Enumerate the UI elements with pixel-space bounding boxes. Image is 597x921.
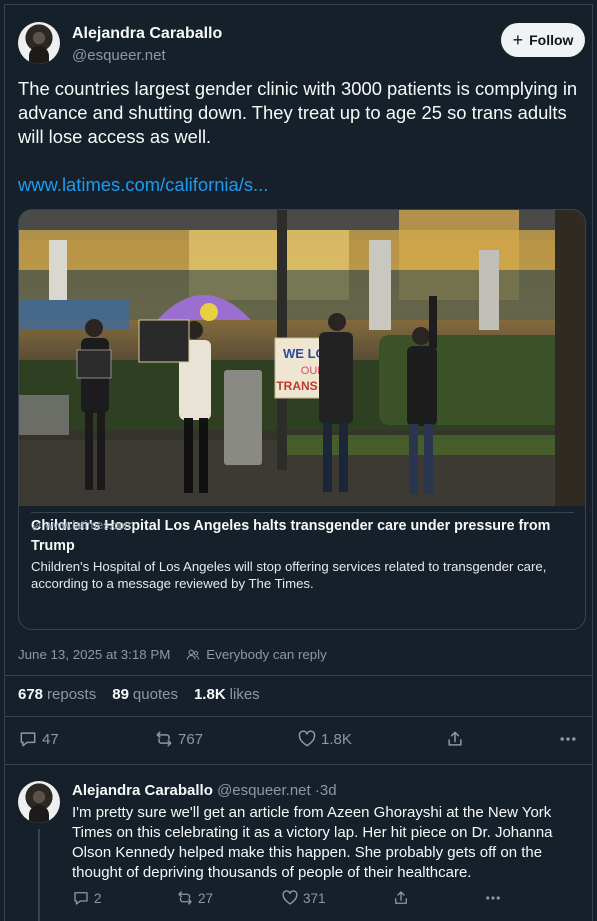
card-description: Children's Hospital of Los Angeles will … [31, 559, 547, 591]
reply-like-count: 371 [303, 890, 326, 906]
card-domain-label: www.latimes.com [45, 520, 134, 532]
divider [4, 716, 593, 717]
reply-time[interactable]: 3d [320, 782, 337, 799]
reply-header: Alejandra Caraballo @esqueer.net ·3d [72, 782, 337, 799]
retweet-icon [156, 731, 172, 747]
share-icon [395, 891, 407, 904]
plus-icon: + [512, 30, 524, 50]
divider [4, 675, 593, 676]
reply-setting: Everybody can reply [206, 647, 327, 662]
like-button[interactable]: 1.8K [297, 729, 352, 749]
reply-count: 47 [42, 730, 59, 748]
more-icon [560, 737, 576, 741]
more-icon [486, 896, 500, 900]
thread-line [38, 829, 40, 921]
tweet-meta: June 13, 2025 at 3:18 PM Everybody can r… [18, 647, 327, 662]
link-icon [32, 522, 41, 530]
retweet-icon [178, 891, 192, 905]
author-handle[interactable]: @esqueer.net [72, 47, 166, 64]
reply-retweet-button[interactable]: 27 [176, 889, 213, 907]
author-name[interactable]: Alejandra Caraballo [72, 25, 222, 43]
heart-icon [282, 890, 298, 905]
heart-icon [298, 730, 316, 747]
follow-button[interactable]: + Follow [501, 23, 585, 57]
reply-reply-button[interactable]: 2 [72, 889, 102, 907]
tweet-actions: 47 767 1.8K [18, 729, 583, 753]
tweet-stats: 678 reposts 89 quotes 1.8K likes [18, 686, 260, 703]
card-image: WE LOVE OUR TRANS KIDS [19, 210, 585, 506]
reply-reply-count: 2 [94, 890, 102, 906]
reply-actions: 2 27 371 [72, 889, 587, 913]
divider [4, 764, 593, 765]
reply-more-button[interactable] [484, 889, 502, 907]
reply-author-name[interactable]: Alejandra Caraballo [72, 782, 213, 799]
quotes-stat[interactable]: 89 quotes [112, 686, 178, 703]
retweet-count: 767 [178, 730, 204, 748]
more-button[interactable] [558, 729, 578, 749]
share-button[interactable] [445, 729, 465, 749]
follow-label: Follow [529, 32, 574, 48]
reply-icon [20, 732, 36, 747]
reply-icon [74, 892, 88, 905]
author-avatar[interactable] [18, 22, 60, 64]
card-domain[interactable]: www.latimes.com [31, 512, 574, 532]
reply-text: I'm pretty sure we'll get an article fro… [72, 804, 553, 881]
reply-share-button[interactable] [392, 889, 410, 907]
reply-author-handle[interactable]: @esqueer.net [217, 782, 311, 799]
likes-stat[interactable]: 1.8K likes [194, 686, 260, 703]
like-count: 1.8K [321, 730, 352, 748]
reposts-stat[interactable]: 678 reposts [18, 686, 96, 703]
tweet-text: The countries largest gender clinic with… [18, 78, 578, 147]
link-card[interactable]: WE LOVE OUR TRANS KIDS Children's Hospit… [18, 209, 586, 630]
reply-button[interactable]: 47 [18, 729, 59, 749]
share-icon [448, 731, 462, 746]
reply-like-button[interactable]: 371 [281, 889, 326, 907]
tweet-link[interactable]: www.latimes.com/california/s... [18, 174, 268, 196]
reply-author-avatar[interactable] [18, 781, 60, 823]
people-icon [187, 649, 200, 659]
retweet-button[interactable]: 767 [154, 729, 203, 749]
reply-retweet-count: 27 [198, 890, 214, 906]
tweet-timestamp[interactable]: June 13, 2025 at 3:18 PM [18, 647, 170, 662]
